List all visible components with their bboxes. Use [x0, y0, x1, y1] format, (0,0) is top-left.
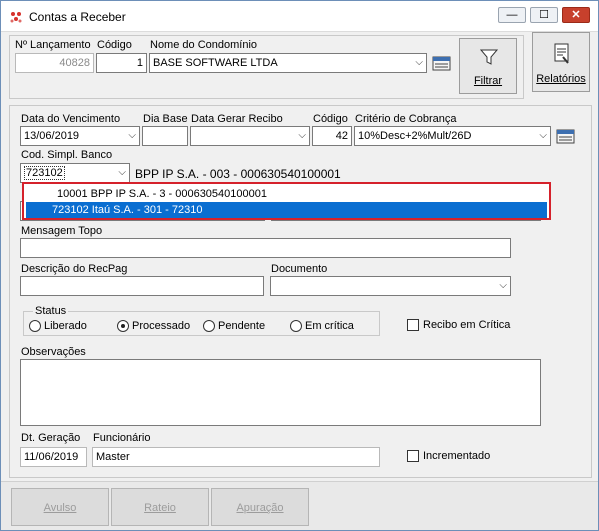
banco-select[interactable]: 723102 ⌵: [20, 163, 130, 183]
mensagem-topo-label: Mensagem Topo: [21, 225, 103, 237]
filtrar-button[interactable]: Filtrar: [459, 38, 517, 94]
radio-icon: [203, 320, 215, 332]
codigo2-label: Código: [313, 113, 348, 125]
recibo-critica-checkbox[interactable]: Recibo em Crítica: [407, 319, 510, 331]
radio-processado[interactable]: Processado: [117, 320, 190, 332]
codigo2-field[interactable]: 42: [312, 126, 352, 146]
criterio-select[interactable]: 10%Desc+2%Mult/26D ⌵: [354, 126, 551, 146]
minimize-icon: —: [506, 9, 518, 21]
funcionario-label: Funcionário: [93, 432, 151, 444]
minimize-button[interactable]: —: [498, 7, 526, 23]
vencimento-value: 13/06/2019: [24, 130, 80, 142]
checkbox-icon: [407, 450, 419, 462]
radio-em-critica-label: Em crítica: [305, 320, 354, 332]
chevron-down-icon: ⌵: [499, 280, 507, 291]
apuracao-button[interactable]: Apuração: [211, 488, 309, 526]
chevron-down-icon: ⌵: [415, 57, 423, 68]
radio-em-critica[interactable]: Em crítica: [290, 320, 354, 332]
radio-icon: [29, 320, 41, 332]
maximize-icon: ☐: [539, 9, 549, 21]
recibo-critica-label: Recibo em Crítica: [423, 319, 511, 331]
radio-processado-label: Processado: [132, 320, 191, 332]
lancamento-label: Nº Lançamento: [15, 39, 91, 51]
radio-selected-icon: [117, 320, 129, 332]
codigo-field[interactable]: 1: [96, 53, 147, 73]
dia-base-label: Dia Base: [143, 113, 188, 125]
title-bar: Contas a Receber — ☐ ✕: [1, 1, 598, 32]
avulso-button[interactable]: Avulso: [11, 488, 109, 526]
gerar-recibo-label: Data Gerar Recibo: [191, 113, 283, 125]
chevron-down-icon: ⌵: [118, 167, 126, 178]
mensagem-topo-field[interactable]: [20, 238, 511, 258]
criterio-label: Critério de Cobrança: [355, 113, 457, 125]
condominio-label: Nome do Condomínio: [150, 39, 258, 51]
banco-description: BPP IP S.A. - 003 - 000630540100001: [135, 167, 341, 181]
condominio-select[interactable]: BASE SOFTWARE LTDA ⌵: [149, 53, 427, 73]
gerar-recibo-date-picker[interactable]: ⌵: [190, 126, 310, 146]
relatorios-label: Relatórios: [536, 73, 586, 85]
descricao-field[interactable]: [20, 276, 264, 296]
lancamento-field: 40828: [15, 53, 94, 73]
radio-liberado[interactable]: Liberado: [29, 320, 87, 332]
chevron-down-icon: ⌵: [298, 130, 306, 141]
funnel-icon: [479, 49, 499, 65]
banco-dropdown-list: 10001 BPP IP S.A. - 3 - 000630540100001 …: [22, 182, 551, 220]
contas-a-receber-window: Contas a Receber — ☐ ✕ Nº Lançamento 408…: [0, 0, 599, 531]
bottom-toolbar: Avulso Rateio Apuração: [1, 481, 598, 530]
dia-base-field[interactable]: [142, 126, 188, 146]
vencimento-label: Data do Vencimento: [21, 113, 121, 125]
radio-liberado-label: Liberado: [44, 320, 87, 332]
radio-pendente-label: Pendente: [218, 320, 266, 332]
checkbox-icon: [407, 319, 419, 331]
radio-icon: [290, 320, 302, 332]
relatorios-button[interactable]: Relatórios: [532, 32, 590, 92]
funcionario-field: Master: [92, 447, 380, 467]
window-title: Contas a Receber: [29, 10, 126, 24]
observacoes-textarea[interactable]: [20, 359, 541, 426]
incrementado-checkbox[interactable]: Incrementado: [407, 450, 490, 462]
condominio-value: BASE SOFTWARE LTDA: [153, 57, 278, 69]
documento-label: Documento: [271, 263, 328, 275]
banco-label: Cod. Simpl. Banco: [21, 149, 113, 161]
close-button[interactable]: ✕: [562, 7, 590, 23]
vencimento-date-picker[interactable]: 13/06/2019 ⌵: [20, 126, 140, 146]
documento-select[interactable]: ⌵: [270, 276, 511, 296]
dropdown-option-selected[interactable]: 723102 Itaú S.A. - 301 - 72310: [26, 202, 547, 218]
report-icon: [554, 43, 569, 64]
rateio-button[interactable]: Rateio: [111, 488, 209, 526]
maximize-button[interactable]: ☐: [530, 7, 558, 23]
descricao-label: Descrição do RecPag: [21, 263, 128, 275]
codigo-label: Código: [97, 39, 132, 51]
chevron-down-icon: ⌵: [539, 130, 547, 141]
banco-value: 723102: [24, 166, 65, 180]
dropdown-option[interactable]: 10001 BPP IP S.A. - 3 - 000630540100001: [26, 186, 547, 202]
lookup-table-icon[interactable]: [556, 128, 576, 146]
dt-geracao-label: Dt. Geração: [21, 432, 81, 444]
close-icon: ✕: [571, 9, 581, 21]
criterio-value: 10%Desc+2%Mult/26D: [358, 130, 472, 142]
dt-geracao-field: 11/06/2019: [20, 447, 87, 467]
observacoes-label: Observações: [21, 346, 86, 358]
app-logo-icon: [10, 12, 22, 23]
filtrar-label: Filtrar: [473, 75, 503, 87]
incrementado-label: Incrementado: [423, 450, 491, 462]
status-label: Status: [33, 305, 69, 317]
lookup-table-icon[interactable]: [432, 55, 452, 73]
radio-pendente[interactable]: Pendente: [203, 320, 265, 332]
chevron-down-icon: ⌵: [128, 130, 136, 141]
